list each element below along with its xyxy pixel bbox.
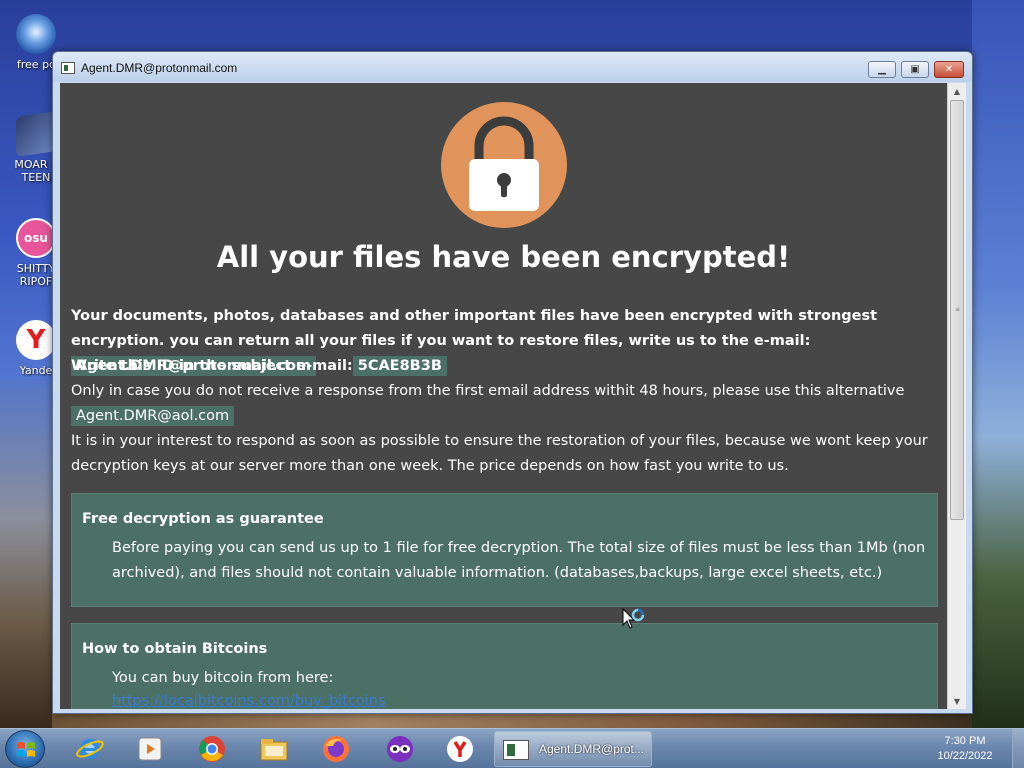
yandex-icon: Y [16, 320, 56, 360]
ransom-window: Agent.DMR@protonmail.com ▁ ▣ ✕ All your … [52, 51, 973, 714]
victim-id[interactable]: 5CAE8B3B [352, 356, 447, 376]
bitcoin-link[interactable]: https://localbitcoins.com/buy_bitcoins [112, 693, 386, 709]
osu-icon: osu [16, 218, 56, 258]
mouse-cursor-icon [622, 607, 648, 636]
bitcoin-box: How to obtain Bitcoins You can buy bitco… [71, 623, 938, 709]
close-button[interactable]: ✕ [934, 61, 964, 78]
maximize-button[interactable]: ▣ [901, 61, 929, 78]
vertical-scrollbar[interactable]: ▲ ≡ ▼ [947, 83, 966, 709]
interest-paragraph: It is in your interest to respond as soo… [71, 433, 928, 474]
firefox-icon[interactable] [316, 733, 356, 765]
desktop-wallpaper-right [972, 0, 1024, 728]
mask-app-icon[interactable] [380, 733, 420, 765]
box-title: Free decryption as guarantee [82, 511, 324, 527]
app-icon [61, 62, 75, 74]
clock-date: 10/22/2022 [937, 750, 993, 762]
minimize-icon: ▁ [878, 64, 886, 75]
media-player-icon[interactable] [130, 733, 170, 765]
taskbar-active-window[interactable]: Agent.DMR@prot... [494, 731, 652, 767]
grip-icon: ≡ [955, 306, 961, 313]
content-panel: All your files have been encrypted! Your… [60, 83, 947, 709]
system-clock[interactable]: 7:30 PM 10/22/2022 [930, 734, 1000, 764]
ie-icon[interactable] [70, 733, 110, 765]
yandex-icon[interactable] [440, 733, 480, 765]
disc-icon [16, 14, 56, 54]
scroll-down-icon[interactable]: ▼ [948, 693, 966, 709]
taskbar: Agent.DMR@prot... 7:30 PM 10/22/2022 [0, 728, 1024, 768]
start-button[interactable] [5, 730, 45, 768]
monitor-icon [16, 111, 56, 157]
alt-email-line: Agent.DMR@aol.com [71, 404, 937, 429]
window-title: Agent.DMR@protonmail.com [81, 61, 238, 75]
id-line: Write this ID in the subject e-mail: 5CAE… [71, 354, 937, 379]
box-title: How to obtain Bitcoins [82, 641, 268, 657]
minimize-button[interactable]: ▁ [868, 61, 896, 78]
box-body: You can buy bitcoin from here: [112, 670, 334, 686]
desktop-wallpaper-bottom [52, 712, 972, 728]
alt-email[interactable]: Agent.DMR@aol.com [71, 406, 235, 426]
lock-icon [441, 102, 567, 228]
explorer-icon[interactable] [254, 733, 294, 765]
desktop-wallpaper-left [0, 380, 52, 728]
windows-logo-icon [17, 742, 35, 757]
scrollbar-thumb[interactable]: ≡ [950, 100, 964, 520]
free-decryption-box: Free decryption as guarantee Before payi… [71, 493, 938, 607]
headline: All your files have been encrypted! [216, 240, 791, 274]
clock-time: 7:30 PM [944, 735, 986, 747]
box-body: Before paying you can send us up to 1 fi… [112, 540, 926, 581]
intro-text: Your documents, photos, databases and ot… [71, 308, 878, 349]
taskbar-window-label: Agent.DMR@prot... [539, 742, 644, 756]
osu-icon-text: osu [24, 231, 48, 245]
scroll-up-icon[interactable]: ▲ [948, 83, 966, 99]
window-app-icon [503, 740, 529, 760]
window-titlebar[interactable]: Agent.DMR@protonmail.com ▁ ▣ ✕ [53, 52, 972, 82]
id-label: Write this ID in the subject e-mail: [71, 358, 353, 374]
close-icon: ✕ [944, 64, 954, 75]
maximize-icon: ▣ [910, 64, 920, 75]
chrome-icon[interactable] [192, 733, 232, 765]
show-desktop-button[interactable] [1012, 729, 1024, 768]
